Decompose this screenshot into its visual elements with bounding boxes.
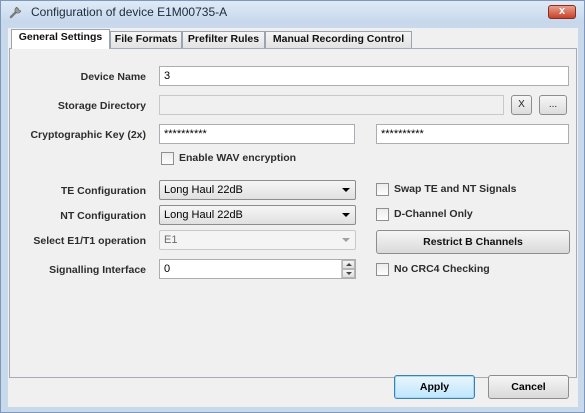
general-settings-panel: Device Name 3 Storage Directory X ... Cr… <box>9 48 577 378</box>
te-configuration-select[interactable]: Long Haul 22dB <box>159 180 356 200</box>
no-crc4-label: No CRC4 Checking <box>394 263 490 275</box>
d-channel-only-checkbox[interactable]: D-Channel Only <box>376 207 546 221</box>
cryptographic-key-input-1[interactable]: ********** <box>159 124 355 144</box>
tab-manual-recording-control[interactable]: Manual Recording Control <box>265 31 412 48</box>
te-configuration-value: Long Haul 22dB <box>164 184 243 196</box>
storage-directory-label: Storage Directory <box>57 100 146 112</box>
nt-configuration-select[interactable]: Long Haul 22dB <box>159 205 356 225</box>
chevron-down-icon <box>342 213 350 217</box>
cryptographic-key-label: Cryptographic Key (2x) <box>30 129 146 141</box>
tab-file-formats[interactable]: File Formats <box>110 31 182 48</box>
checkbox-box[interactable] <box>161 152 174 165</box>
swap-te-nt-label: Swap TE and NT Signals <box>394 183 517 195</box>
device-name-input[interactable]: 3 <box>159 66 569 86</box>
close-button[interactable]: x <box>548 5 576 19</box>
d-channel-only-label: D-Channel Only <box>394 208 473 220</box>
cryptographic-key-input-2[interactable]: ********** <box>376 124 569 144</box>
spin-up-button[interactable] <box>342 260 355 269</box>
close-icon: x <box>558 5 566 17</box>
e1t1-operation-label: Select E1/T1 operation <box>33 235 146 247</box>
storage-directory-input[interactable] <box>159 95 504 115</box>
checkbox-box[interactable] <box>376 263 389 276</box>
tab-general-settings[interactable]: General Settings <box>11 29 110 49</box>
signalling-interface-spinner[interactable] <box>341 260 355 278</box>
device-name-label: Device Name <box>80 71 146 83</box>
chevron-down-icon <box>342 188 350 192</box>
swap-te-nt-checkbox[interactable]: Swap TE and NT Signals <box>376 182 546 196</box>
checkbox-box[interactable] <box>376 208 389 221</box>
arrow-down-icon <box>346 272 352 275</box>
nt-configuration-value: Long Haul 22dB <box>164 209 243 221</box>
spin-down-button[interactable] <box>342 269 355 278</box>
signalling-interface-value: 0 <box>164 263 171 275</box>
clear-directory-button[interactable]: X <box>511 95 532 115</box>
enable-wav-encryption-label: Enable WAV encryption <box>179 152 297 164</box>
apply-button[interactable]: Apply <box>394 375 475 399</box>
wrench-icon <box>9 6 22 19</box>
cancel-button[interactable]: Cancel <box>488 375 569 399</box>
e1t1-operation-value: E1 <box>164 234 178 246</box>
browse-directory-button[interactable]: ... <box>539 95 567 115</box>
nt-configuration-label: NT Configuration <box>60 210 146 222</box>
no-crc4-checkbox[interactable]: No CRC4 Checking <box>376 262 546 276</box>
chevron-down-icon <box>342 238 350 242</box>
checkbox-box[interactable] <box>376 183 389 196</box>
te-configuration-label: TE Configuration <box>60 185 146 197</box>
e1t1-operation-select[interactable]: E1 <box>159 230 356 250</box>
dialog-client-area: General Settings File Formats Prefilter … <box>8 28 578 407</box>
tab-prefilter-rules[interactable]: Prefilter Rules <box>182 31 265 48</box>
restrict-b-channels-button[interactable]: Restrict B Channels <box>376 230 570 254</box>
signalling-interface-label: Signalling Interface <box>49 264 146 276</box>
configuration-dialog: Configuration of device E1M00735-A x Gen… <box>0 0 585 413</box>
arrow-up-icon <box>346 263 352 266</box>
signalling-interface-input[interactable]: 0 <box>159 259 356 279</box>
enable-wav-encryption-checkbox[interactable]: Enable WAV encryption <box>161 151 321 165</box>
title-bar[interactable]: Configuration of device E1M00735-A x <box>1 1 584 23</box>
window-title: Configuration of device E1M00735-A <box>31 5 228 19</box>
